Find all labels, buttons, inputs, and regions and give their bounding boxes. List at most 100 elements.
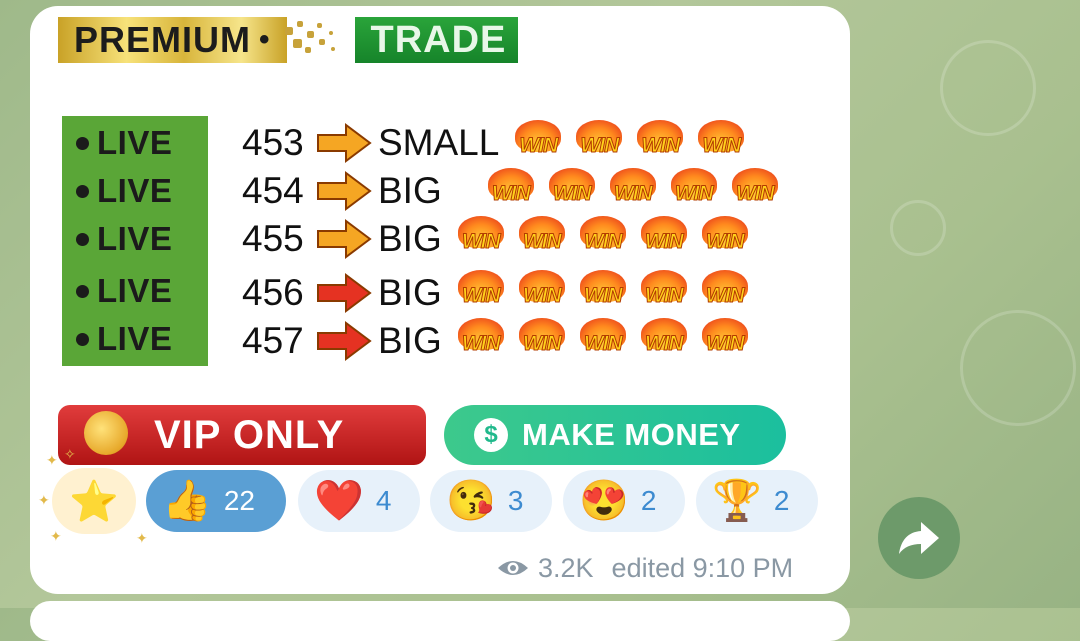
win-stickers: WIN WIN WIN WIN WIN	[452, 318, 757, 364]
win-text: WIN	[461, 332, 501, 356]
win-fire-icon: WIN	[452, 318, 510, 364]
win-fire-icon: WIN	[543, 168, 601, 214]
sparkle-icon: ✦	[38, 492, 50, 508]
live-badge: LIVE	[62, 122, 208, 164]
win-text: WIN	[702, 134, 742, 158]
arrow-right-icon	[317, 219, 372, 259]
win-text: WIN	[644, 284, 684, 308]
win-text: WIN	[644, 230, 684, 254]
result-label: BIG	[378, 272, 442, 313]
reaction-thumbs-up[interactable]: 👍 22	[146, 470, 286, 532]
win-fire-icon: WIN	[635, 318, 693, 364]
sparkle-icon: ✦	[50, 528, 62, 544]
sparkle-icon: ✦	[46, 452, 58, 468]
live-badge: LIVE	[62, 170, 208, 212]
win-fire-icon: WIN	[574, 216, 632, 262]
win-stickers: WIN WIN WIN WIN WIN	[482, 168, 787, 214]
gold-dust-decoration	[283, 17, 345, 63]
live-text: LIVE	[97, 272, 173, 309]
thumbs-up-icon: 👍	[162, 479, 212, 523]
separator-dot: •	[259, 23, 271, 56]
win-text: WIN	[613, 182, 653, 206]
make-money-button[interactable]: $ MAKE MONEY	[444, 405, 786, 465]
win-text: WIN	[491, 182, 531, 206]
reaction-kiss[interactable]: 😘 3	[430, 470, 552, 532]
win-text: WIN	[522, 284, 562, 308]
live-badge: LIVE	[62, 218, 208, 260]
sparkle-icon: ✦	[136, 530, 148, 546]
live-text: LIVE	[97, 320, 173, 357]
vip-only-label: VIP ONLY	[154, 412, 345, 457]
money-bag-icon: $	[474, 418, 508, 452]
kiss-face-icon: 😘	[446, 479, 496, 523]
win-text: WIN	[705, 284, 745, 308]
message-meta: 3.2K edited 9:10 PM	[496, 548, 793, 588]
win-stickers: WIN WIN WIN WIN WIN	[452, 216, 757, 262]
result-row: 455 BIG WIN WIN WIN WIN WIN	[242, 216, 757, 262]
vip-only-button[interactable]: VIP ONLY	[58, 405, 426, 465]
win-fire-icon: WIN	[452, 216, 510, 262]
live-badge: LIVE	[62, 318, 208, 360]
win-text: WIN	[674, 182, 714, 206]
win-text: WIN	[552, 182, 592, 206]
live-dot-icon	[76, 184, 89, 198]
reaction-count: 22	[223, 485, 255, 516]
win-fire-icon: WIN	[482, 168, 540, 214]
win-fire-icon: WIN	[696, 318, 754, 364]
period-number: 453	[242, 122, 304, 163]
crown-icon	[76, 405, 136, 465]
win-fire-icon: WIN	[631, 120, 689, 166]
win-fire-icon: WIN	[513, 270, 571, 316]
live-text: LIVE	[97, 124, 173, 161]
period-number: 455	[242, 218, 304, 259]
win-fire-icon: WIN	[726, 168, 784, 214]
live-dot-icon	[76, 284, 89, 298]
win-text: WIN	[519, 134, 559, 158]
win-fire-icon: WIN	[635, 270, 693, 316]
win-text: WIN	[735, 182, 775, 206]
reaction-trophy[interactable]: 🏆 2	[696, 470, 818, 532]
win-stickers: WIN WIN WIN WIN	[509, 120, 753, 166]
trophy-icon: 🏆	[712, 479, 762, 523]
win-text: WIN	[641, 134, 681, 158]
win-text: WIN	[461, 284, 501, 308]
heart-eyes-icon: 😍	[579, 479, 629, 523]
period-number: 457	[242, 320, 304, 361]
win-text: WIN	[580, 134, 620, 158]
eye-icon	[498, 561, 528, 575]
win-fire-icon: WIN	[570, 120, 628, 166]
background-doodle	[960, 310, 1076, 426]
reaction-star[interactable]: ⭐	[52, 468, 136, 534]
result-label: BIG	[378, 170, 442, 211]
view-count: 3.2K	[538, 552, 594, 583]
reaction-count: 4	[375, 485, 392, 516]
win-fire-icon: WIN	[665, 168, 723, 214]
win-text: WIN	[644, 332, 684, 356]
background-doodle	[890, 200, 946, 256]
win-text: WIN	[583, 284, 623, 308]
win-text: WIN	[583, 332, 623, 356]
make-money-label: MAKE MONEY	[522, 417, 741, 452]
win-text: WIN	[583, 230, 623, 254]
arrow-right-icon	[317, 171, 372, 211]
period-number: 456	[242, 272, 304, 313]
period-number: 454	[242, 170, 304, 211]
forward-icon	[899, 522, 939, 554]
star-icon: ⭐	[69, 479, 119, 524]
result-row: 453 SMALL WIN WIN WIN WIN	[242, 120, 753, 166]
win-fire-icon: WIN	[509, 120, 567, 166]
reaction-count: 2	[773, 485, 790, 516]
win-fire-icon: WIN	[513, 318, 571, 364]
win-fire-icon: WIN	[696, 216, 754, 262]
result-row: 457 BIG WIN WIN WIN WIN WIN	[242, 318, 757, 364]
arrow-right-icon	[317, 123, 372, 163]
reaction-heart-eyes[interactable]: 😍 2	[563, 470, 685, 532]
result-label: SMALL	[378, 122, 500, 163]
result-row: 456 BIG WIN WIN WIN WIN WIN	[242, 270, 757, 316]
reaction-heart[interactable]: ❤️ 4	[298, 470, 420, 532]
win-text: WIN	[522, 332, 562, 356]
win-text: WIN	[705, 332, 745, 356]
heart-icon: ❤️	[314, 479, 364, 523]
forward-button[interactable]	[878, 497, 960, 579]
edited-time: edited 9:10 PM	[611, 552, 794, 583]
